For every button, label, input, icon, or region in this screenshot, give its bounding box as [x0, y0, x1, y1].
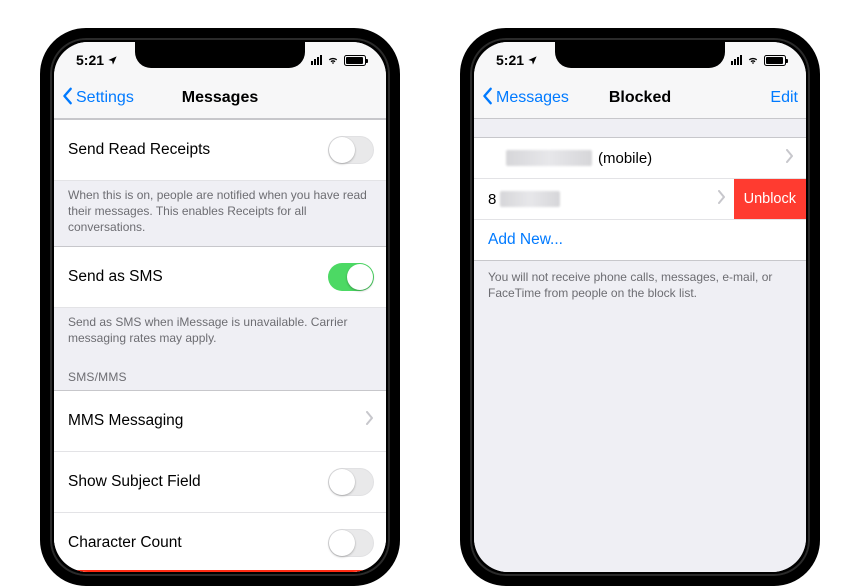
nav-back-button[interactable]: Settings: [62, 87, 134, 110]
row-send-as-sms[interactable]: Send as SMS: [54, 246, 386, 308]
row-read-receipts[interactable]: Send Read Receipts: [54, 119, 386, 181]
row-show-subject-field[interactable]: Show Subject Field: [54, 452, 386, 513]
toggle-send-as-sms[interactable]: [328, 263, 374, 291]
location-services-icon: [527, 55, 538, 66]
add-new-button[interactable]: Add New...: [474, 220, 806, 261]
row-label: Character Count: [68, 534, 182, 552]
redacted-name: [506, 150, 592, 166]
cellular-signal-icon: [731, 55, 742, 65]
phone-frame: 5:21: [460, 28, 820, 586]
row-label: MMS Messaging: [68, 412, 183, 430]
nav-back-label: Messages: [496, 89, 569, 107]
blocked-list[interactable]: (mobile) 8: [474, 119, 806, 572]
blocked-list-note: You will not receive phone calls, messag…: [474, 261, 806, 309]
phone-left: 5:21: [40, 28, 400, 586]
battery-icon: [344, 55, 366, 66]
toggle-read-receipts[interactable]: [328, 136, 374, 164]
nav-back-button[interactable]: Messages: [482, 87, 569, 110]
unblock-button[interactable]: Unblock: [734, 179, 806, 219]
nav-bar: Settings Messages: [54, 78, 386, 119]
nav-back-label: Settings: [76, 89, 134, 107]
contact-leading-digit: 8: [488, 191, 496, 208]
wifi-icon: [746, 55, 760, 66]
location-services-icon: [107, 55, 118, 66]
notch: [555, 42, 725, 68]
contact-label-suffix: (mobile): [598, 150, 652, 167]
chevron-right-icon: [366, 411, 374, 430]
status-time: 5:21: [496, 52, 524, 68]
phone-screen: 5:21: [474, 42, 806, 572]
note-send-as-sms: Send as SMS when iMessage is unavailable…: [54, 308, 386, 356]
nav-edit-button[interactable]: Edit: [770, 89, 798, 107]
notch: [135, 42, 305, 68]
row-label: Send Read Receipts: [68, 141, 210, 159]
blocked-contact-row[interactable]: (mobile): [474, 138, 806, 179]
chevron-left-icon: [482, 87, 494, 110]
row-character-count[interactable]: Character Count: [54, 513, 386, 572]
row-label: Show Subject Field: [68, 473, 201, 491]
status-time: 5:21: [76, 52, 104, 68]
toggle-character-count[interactable]: [328, 529, 374, 557]
battery-icon: [764, 55, 786, 66]
section-header-sms-mms: SMS/MMS: [54, 356, 386, 390]
chevron-right-icon: [718, 190, 726, 208]
phone-screen: 5:21: [54, 42, 386, 572]
redacted-name: [500, 191, 560, 207]
chevron-right-icon: [786, 149, 794, 167]
phone-frame: 5:21: [40, 28, 400, 586]
wifi-icon: [326, 55, 340, 66]
note-read-receipts: When this is on, people are notified whe…: [54, 181, 386, 246]
blocked-contact-row[interactable]: 8 Unblock: [474, 179, 806, 220]
list-top-spacer: [474, 119, 806, 138]
nav-bar: Messages Blocked Edit: [474, 78, 806, 119]
row-mms-messaging[interactable]: MMS Messaging: [54, 390, 386, 452]
toggle-show-subject-field[interactable]: [328, 468, 374, 496]
phone-right: 5:21: [460, 28, 820, 586]
chevron-left-icon: [62, 87, 74, 110]
settings-list[interactable]: Send Read Receipts When this is on, peop…: [54, 119, 386, 572]
cellular-signal-icon: [311, 55, 322, 65]
row-label: Send as SMS: [68, 268, 163, 286]
